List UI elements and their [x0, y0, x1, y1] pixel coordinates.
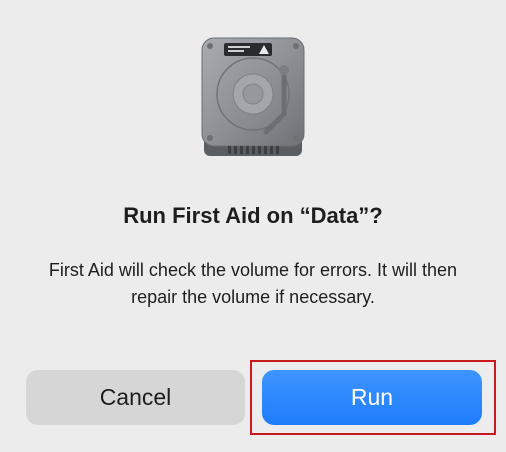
run-button[interactable]: Run	[262, 370, 482, 425]
cancel-button[interactable]: Cancel	[26, 370, 245, 425]
dialog-title: Run First Aid on “Data”?	[123, 203, 383, 228]
first-aid-dialog: Run First Aid on “Data”? First Aid will …	[0, 0, 506, 452]
dialog-message: First Aid will check the volume for erro…	[48, 260, 458, 307]
hard-drive-icon	[196, 36, 310, 158]
